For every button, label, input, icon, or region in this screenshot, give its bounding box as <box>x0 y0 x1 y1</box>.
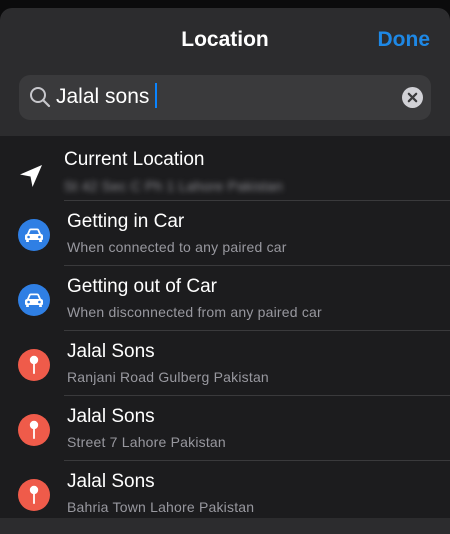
text-caret <box>155 82 158 108</box>
location-sheet: Location Done Jalal sons Current Locatio… <box>0 8 450 534</box>
list-item-title: Jalal Sons <box>67 471 155 492</box>
list-item-subtitle: When disconnected from any paired car <box>67 304 322 320</box>
list-item-title: Getting in Car <box>67 211 185 232</box>
list-item-title: Jalal Sons <box>67 341 155 362</box>
map-pin-icon <box>18 414 50 446</box>
list-item-place[interactable]: Jalal Sons Ranjani Road Gulberg Pakistan <box>0 331 450 396</box>
list-item-current-location[interactable]: Current Location St 42 Sec C Ph 1 Lahore… <box>0 136 450 201</box>
map-pin-icon <box>18 479 50 511</box>
list-item-title: Jalal Sons <box>67 406 155 427</box>
list-item-title: Getting out of Car <box>67 276 217 297</box>
list-item-getting-out-of-car[interactable]: Getting out of Car When disconnected fro… <box>0 266 450 331</box>
search-input-value: Jalal sons <box>56 85 150 108</box>
list-item-subtitle: When connected to any paired car <box>67 239 287 255</box>
list-item-title: Current Location <box>64 149 205 170</box>
done-button[interactable]: Done <box>378 28 431 52</box>
results-list: Current Location St 42 Sec C Ph 1 Lahore… <box>0 136 450 526</box>
list-item-subtitle: St 42 Sec C Ph 1 Lahore Pakistan <box>64 178 283 194</box>
list-item-place[interactable]: Jalal Sons Street 7 Lahore Pakistan <box>0 396 450 461</box>
car-icon <box>18 219 50 251</box>
search-field[interactable]: Jalal sons <box>19 75 431 120</box>
clear-icon[interactable] <box>402 87 423 108</box>
map-pin-icon <box>18 349 50 381</box>
search-icon <box>30 87 51 108</box>
list-item-subtitle: Bahria Town Lahore Pakistan <box>67 499 255 515</box>
bottom-bar <box>0 518 450 534</box>
list-item-getting-in-car[interactable]: Getting in Car When connected to any pai… <box>0 201 450 266</box>
list-item-subtitle: Street 7 Lahore Pakistan <box>67 434 226 450</box>
list-item-subtitle: Ranjani Road Gulberg Pakistan <box>67 369 269 385</box>
search-input[interactable]: Jalal sons <box>56 82 158 109</box>
list-item-place[interactable]: Jalal Sons Bahria Town Lahore Pakistan <box>0 461 450 526</box>
location-arrow-icon <box>20 165 42 187</box>
sheet-header: Location Done Jalal sons <box>0 8 450 136</box>
car-icon <box>18 284 50 316</box>
